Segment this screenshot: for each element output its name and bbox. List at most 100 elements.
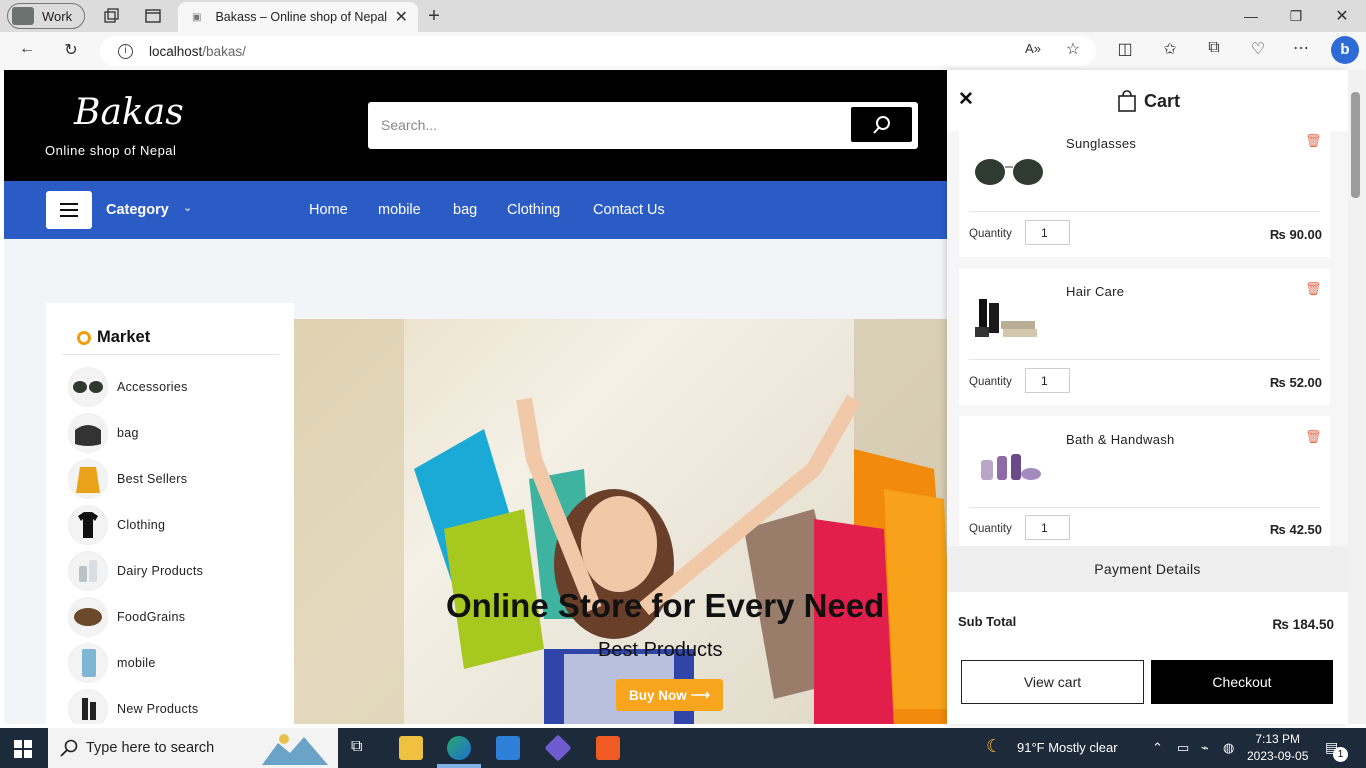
avatar — [12, 7, 34, 25]
market-item-label: FoodGrains — [117, 610, 186, 624]
refresh-icon[interactable]: ↻ — [60, 40, 82, 60]
windows-start-icon[interactable] — [14, 740, 32, 763]
buy-now-label: Buy Now — [629, 687, 687, 703]
category-menu-button[interactable] — [46, 191, 92, 229]
market-sidebar: Market Accessories bag Best Sellers Clot… — [46, 303, 294, 724]
nav-bag[interactable]: bag — [453, 202, 477, 218]
trash-icon[interactable]: 🗑 — [1305, 429, 1322, 445]
nav-mobile[interactable]: mobile — [378, 202, 421, 218]
quantity-input[interactable]: 1 — [1025, 220, 1070, 245]
cart-drawer: ✕ Cart Sunglasses 🗑 Quantity 1 ₨ 90.00 H… — [947, 70, 1348, 724]
shopping-bag-icon — [1118, 90, 1136, 112]
subtotal-value: ₨ 184.50 — [1272, 617, 1334, 632]
new-products-thumbnail — [68, 689, 108, 724]
cart-item-price: ₨ 52.00 — [1269, 375, 1322, 390]
clock[interactable]: 7:13 PM 2023-09-05 — [1247, 731, 1308, 765]
quantity-input[interactable]: 1 — [1025, 368, 1070, 393]
market-item-bag[interactable]: bag — [68, 413, 139, 453]
address-bar-row: ← ↻ i localhost/bakas/ A» ☆ ◫ ✩ ⧉ ♡ ⋯ b — [0, 32, 1366, 70]
taskbar-search[interactable]: Type here to search — [48, 728, 338, 768]
favorites-icon[interactable]: ✩ — [1159, 39, 1181, 59]
tab-title: Bakass – Online shop of Nepal — [215, 10, 388, 24]
xampp-icon[interactable] — [596, 736, 620, 760]
hero-subtitle: Best Products — [598, 639, 723, 661]
new-tab-icon[interactable]: + — [424, 5, 444, 27]
meet-now-icon[interactable]: ▭ — [1177, 740, 1189, 756]
best-sellers-thumbnail — [68, 459, 108, 499]
accessories-thumbnail — [68, 367, 108, 407]
chevron-up-icon[interactable]: ⌃ — [1152, 740, 1163, 756]
cart-item-price: ₨ 90.00 — [1269, 227, 1322, 242]
divider — [969, 507, 1320, 508]
market-title-text: Market — [97, 328, 151, 346]
visual-studio-icon[interactable] — [544, 734, 572, 762]
close-icon[interactable]: ✕ — [958, 88, 974, 111]
url-field[interactable]: i localhost/bakas/ — [100, 36, 1096, 66]
site-info-icon[interactable]: i — [118, 43, 133, 59]
trash-icon[interactable]: 🗑 — [1305, 133, 1322, 149]
network-icon[interactable]: ⌁ — [1201, 740, 1209, 756]
scrollbar-thumb[interactable] — [1351, 92, 1360, 198]
search-input[interactable]: Search... — [368, 102, 918, 149]
clock-time: 7:13 PM — [1255, 732, 1301, 746]
market-item-best-sellers[interactable]: Best Sellers — [68, 459, 187, 499]
tab-bakass[interactable]: ▣ Bakass – Online shop of Nepal ✕ — [178, 2, 418, 32]
split-screen-icon[interactable]: ◫ — [1114, 39, 1136, 59]
window-close-icon[interactable]: ✕ — [1332, 6, 1352, 26]
cart-item: Bath & Handwash 🗑 Quantity 1 ₨ 42.50 — [959, 416, 1330, 546]
market-item-foodgrains[interactable]: FoodGrains — [68, 597, 185, 637]
market-item-mobile[interactable]: mobile — [68, 643, 156, 683]
view-cart-button[interactable]: View cart — [961, 660, 1144, 704]
checkout-button[interactable]: Checkout — [1151, 660, 1333, 704]
buy-now-button[interactable]: Buy Now ⟶ — [616, 679, 723, 711]
payment-details-heading: Payment Details — [947, 546, 1348, 592]
dairy-products-thumbnail — [68, 551, 108, 591]
edge-icon[interactable] — [447, 736, 471, 760]
market-title: Market — [77, 328, 150, 347]
market-item-label: New Products — [117, 702, 199, 716]
hair-care-image — [975, 299, 1037, 337]
cart-item-name: Bath & Handwash — [1066, 432, 1175, 447]
collections-icon[interactable]: ⧉ — [1203, 39, 1225, 57]
weather-text[interactable]: 91°F Mostly clear — [1017, 740, 1118, 755]
search-placeholder: Search... — [381, 117, 438, 133]
divider — [62, 354, 279, 355]
profile-button[interactable]: Work — [7, 3, 85, 29]
profile-label: Work — [42, 8, 73, 24]
globe-icon[interactable]: ◍ — [1223, 740, 1234, 756]
back-icon[interactable]: ← — [16, 40, 38, 58]
minimize-icon[interactable]: — — [1241, 6, 1261, 26]
divider — [969, 359, 1320, 360]
more-menu-icon[interactable]: ⋯ — [1290, 38, 1312, 58]
tab-actions-icon[interactable] — [143, 6, 163, 26]
file-explorer-icon[interactable] — [399, 736, 423, 760]
market-item-dairy-products[interactable]: Dairy Products — [68, 551, 203, 591]
market-item-accessories[interactable]: Accessories — [68, 367, 188, 407]
restore-icon[interactable]: ❐ — [1286, 6, 1306, 26]
category-label[interactable]: Category — [106, 202, 169, 218]
tab-close-icon[interactable]: ✕ — [395, 7, 408, 27]
search-button[interactable] — [851, 107, 912, 142]
market-item-new-products[interactable]: New Products — [68, 689, 198, 724]
divider — [969, 211, 1320, 212]
sunglasses-image — [975, 159, 1043, 185]
quantity-input[interactable]: 1 — [1025, 515, 1070, 540]
read-aloud-icon[interactable]: A» — [1022, 41, 1044, 56]
foodgrains-thumbnail — [68, 597, 108, 637]
cart-item: Sunglasses 🗑 Quantity 1 ₨ 90.00 — [959, 131, 1330, 257]
performance-icon[interactable]: ♡ — [1247, 39, 1269, 59]
market-item-label: Best Sellers — [117, 472, 188, 486]
market-item-clothing[interactable]: Clothing — [68, 505, 165, 545]
trash-icon[interactable]: 🗑 — [1305, 281, 1322, 297]
nav-home[interactable]: Home — [309, 202, 348, 218]
favorite-star-icon[interactable]: ☆ — [1062, 39, 1084, 59]
nav-contact-us[interactable]: Contact Us — [593, 202, 665, 218]
site-logo[interactable]: Bakas — [74, 92, 184, 133]
copilot-icon[interactable]: b — [1331, 36, 1359, 64]
task-view-icon[interactable]: ⧉ — [351, 738, 362, 756]
store-icon[interactable] — [496, 736, 520, 760]
nav-clothing[interactable]: Clothing — [507, 202, 560, 218]
bath-handwash-image — [981, 454, 1041, 480]
chevron-down-icon[interactable]: ⌄ — [183, 201, 192, 214]
workspaces-icon[interactable] — [101, 6, 121, 26]
